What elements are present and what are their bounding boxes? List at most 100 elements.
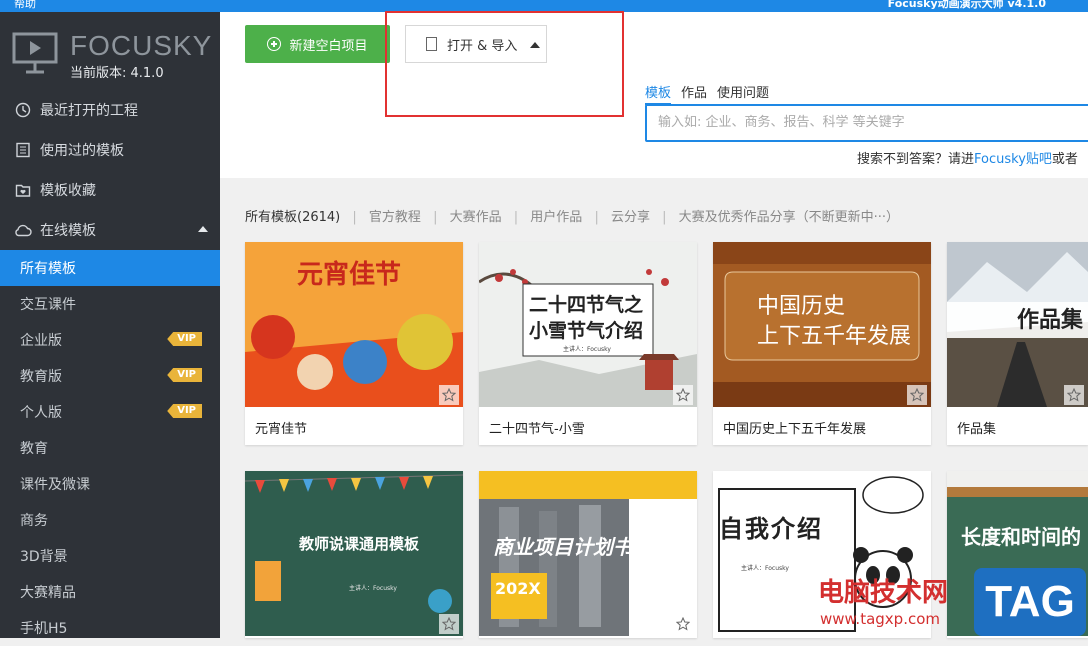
template-card[interactable]: 元宵佳节 元宵佳节 [245, 242, 463, 445]
main-area: 新建空白项目 打开 & 导入 模板 作品 使用问题 输入如: 企业、商务、报告、… [220, 11, 1088, 638]
sidebar-item-label: 3D背景 [20, 549, 68, 565]
sidebar-item-personal[interactable]: 个人版 VIP [0, 394, 220, 430]
template-thumbnail: 教师说课通用模板 主讲人：Focusky [245, 471, 463, 636]
favorite-star-icon[interactable] [439, 614, 459, 634]
sidebar-item-business[interactable]: 商务 [0, 502, 220, 538]
focusky-forum-link[interactable]: Focusky贴吧 [974, 152, 1052, 167]
app-title: Focusky动画演示大师 v4.1.0 [887, 0, 1046, 10]
thumb-presenter: 主讲人：Focusky [563, 346, 611, 353]
sidebar-section-label: 最近打开的工程 [40, 103, 138, 119]
tab-templates[interactable]: 模板 [645, 82, 672, 105]
filter-official-tutorials[interactable]: 官方教程 [369, 210, 421, 225]
sidebar-item-education[interactable]: 教育 [0, 430, 220, 466]
template-thumbnail: 作品集 [947, 242, 1088, 407]
new-blank-project-button[interactable]: 新建空白项目 [245, 25, 390, 63]
search-input[interactable]: 输入如: 企业、商务、报告、科学 等关键字 [645, 104, 1088, 142]
search-tabs: 模板 作品 使用问题 [645, 82, 779, 105]
sidebar-item-label: 课件及微课 [20, 477, 90, 493]
brand-name: FOCUSKY [70, 30, 213, 61]
new-blank-project-label: 新建空白项目 [289, 38, 368, 54]
sidebar-item-label: 企业版 [20, 333, 62, 349]
sidebar-item-enterprise[interactable]: 企业版 VIP [0, 322, 220, 358]
separator: | [433, 210, 438, 225]
template-card[interactable]: 商业项目计划书 202X [479, 471, 697, 638]
top-panel: 新建空白项目 打开 & 导入 模板 作品 使用问题 输入如: 企业、商务、报告、… [220, 12, 1088, 178]
sidebar-item-label: 所有模板 [20, 261, 76, 277]
vip-badge: VIP [167, 404, 202, 418]
sidebar-item-3d-background[interactable]: 3D背景 [0, 538, 220, 574]
thumb-subtitle: 小雪节气介绍 [529, 320, 644, 342]
thumb-year: 202X [495, 579, 541, 598]
sidebar-section-label: 使用过的模板 [40, 143, 124, 159]
thumb-presenter: 主讲人：Focusky [741, 565, 789, 572]
sidebar-section-label: 在线模板 [40, 223, 96, 239]
filter-all-templates[interactable]: 所有模板(2614) [245, 210, 340, 225]
site-watermark: 电脑技术网 www.tagxp.com TAG [818, 566, 1088, 638]
sidebar-favorites[interactable]: 模板收藏 [0, 170, 220, 210]
favorite-star-icon[interactable] [673, 614, 693, 634]
favorite-star-icon[interactable] [907, 385, 927, 405]
sidebar-recent-projects[interactable]: 最近打开的工程 [0, 90, 220, 130]
separator: | [513, 210, 519, 225]
thumb-title: 中国历史 [757, 294, 846, 319]
sidebar: FOCUSKY 当前版本: 4.1.0 最近打开的工程 使用过的模板 模板收藏 … [0, 12, 220, 638]
template-thumbnail: 中国历史 上下五千年发展 [713, 242, 931, 407]
highlight-box [385, 11, 624, 117]
tab-works[interactable]: 作品 [681, 82, 707, 105]
plus-circle-icon [267, 37, 282, 51]
sidebar-item-contest[interactable]: 大赛精品 [0, 574, 220, 610]
presentation-logo-icon [12, 32, 58, 74]
tab-faq[interactable]: 使用问题 [717, 82, 769, 105]
filter-user-works[interactable]: 用户作品 [530, 210, 582, 225]
clock-icon [14, 101, 32, 119]
search-help-text: 搜索不到答案？请进Focusky贴吧或者 [857, 148, 1078, 167]
caret-up-icon[interactable] [198, 226, 208, 232]
template-title: 中国历史上下五千年发展 [723, 422, 867, 437]
search-help-prefix: 搜索不到答案？请进 [857, 152, 975, 167]
favorite-star-icon[interactable] [1064, 385, 1084, 405]
sidebar-used-templates[interactable]: 使用过的模板 [0, 130, 220, 170]
filter-cloud-share[interactable]: 云分享 [611, 210, 650, 225]
filter-contest-works[interactable]: 大赛作品 [450, 210, 502, 225]
template-thumbnail: 商业项目计划书 202X [479, 471, 697, 636]
template-title: 二十四节气-小雪 [489, 422, 585, 437]
watermark-tag-logo: TAG [974, 568, 1086, 636]
favorite-star-icon[interactable] [439, 385, 459, 405]
sidebar-online-templates[interactable]: 在线模板 [0, 210, 220, 250]
sidebar-item-label: 教育版 [20, 369, 62, 385]
heart-folder-icon [14, 181, 32, 199]
template-card[interactable]: 教师说课通用模板 主讲人：Focusky [245, 471, 463, 638]
vip-badge: VIP [167, 368, 202, 382]
template-thumbnail: 元宵佳节 [245, 242, 463, 407]
sidebar-section-label: 模板收藏 [40, 183, 96, 199]
template-card[interactable]: 二十四节气之 小雪节气介绍 主讲人：Focusky 二十四节气-小雪 [479, 242, 697, 445]
sidebar-item-label: 个人版 [20, 405, 62, 421]
sidebar-item-all-templates[interactable]: 所有模板 [0, 250, 220, 286]
template-card[interactable]: 作品集 作品集 [947, 242, 1088, 445]
sidebar-item-interactive[interactable]: 交互课件 [0, 286, 220, 322]
logo: FOCUSKY 当前版本: 4.1.0 [12, 30, 212, 90]
thumb-title: 元宵佳节 [297, 260, 402, 290]
thumb-title: 商业项目计划书 [493, 535, 633, 559]
sidebar-item-label: 大赛精品 [20, 585, 76, 601]
thumb-title: 作品集 [1017, 308, 1084, 333]
template-card[interactable]: 中国历史 上下五千年发展 中国历史上下五千年发展 [713, 242, 931, 445]
list-icon [14, 141, 32, 159]
thumb-presenter: 主讲人：Focusky [349, 585, 397, 592]
vip-badge: VIP [167, 332, 202, 346]
search-help-suffix: 或者 [1051, 152, 1078, 167]
favorite-star-icon[interactable] [673, 385, 693, 405]
help-menu[interactable]: 帮助 [14, 0, 36, 9]
watermark-text: 电脑技术网 [818, 578, 949, 608]
thumb-title: 自我介绍 [719, 515, 823, 543]
filter-contest-share[interactable]: 大赛及优秀作品分享（不断更新中···） [679, 210, 899, 225]
sidebar-item-mobile-h5[interactable]: 手机H5 [0, 610, 220, 646]
thumb-subtitle: 上下五千年发展 [757, 324, 912, 349]
separator: | [352, 210, 357, 225]
category-filters: 所有模板(2614) | 官方教程 | 大赛作品 | 用户作品 | 云分享 | … [245, 206, 899, 225]
thumb-title: 教师说课通用模板 [299, 535, 420, 553]
sidebar-item-label: 教育 [20, 441, 48, 457]
separator: | [662, 210, 667, 225]
sidebar-item-education-edition[interactable]: 教育版 VIP [0, 358, 220, 394]
sidebar-item-courseware[interactable]: 课件及微课 [0, 466, 220, 502]
